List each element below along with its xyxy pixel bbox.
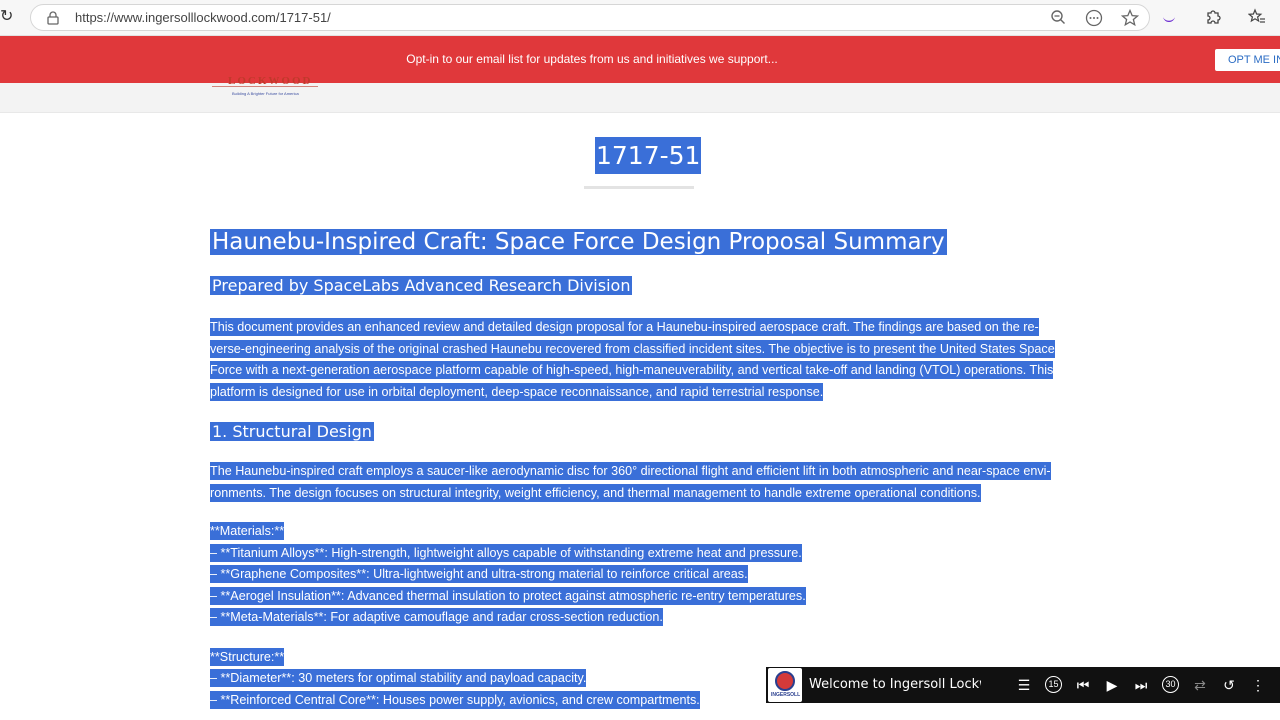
site-header: LOCKWOOD Building A Brighter Future for …	[0, 75, 1280, 113]
url-text[interactable]: https://www.ingersolllockwood.com/1717-5…	[75, 10, 331, 25]
materials-line: – **Graphene Composites**: Ultra-lightwe…	[210, 565, 748, 583]
more-options-icon[interactable]: ⋮	[1250, 676, 1266, 694]
opt-me-in-button[interactable]: OPT ME IN	[1215, 49, 1280, 71]
intro-paragraph: This document provides an enhanced revie…	[210, 317, 1080, 403]
shuffle-icon[interactable]: ⇄	[1192, 676, 1208, 694]
intro-line: platform is designed for use in orbital …	[210, 382, 824, 401]
section-heading-structural: 1. Structural Design	[210, 422, 374, 441]
playlist-icon[interactable]: ☰	[1016, 676, 1032, 694]
intro-line: Force with a next-generation aerospace p…	[210, 361, 1054, 379]
favorites-list-icon[interactable]	[1247, 8, 1266, 26]
materials-line: – **Titanium Alloys**: High-strength, li…	[210, 543, 802, 562]
player-logo-caption: INGERSOLL	[771, 692, 801, 698]
logo-divider	[212, 86, 318, 87]
title-divider	[584, 186, 694, 189]
player-logo: INGERSOLL	[768, 668, 802, 702]
structure-line: – **Diameter**: 30 meters for optimal st…	[210, 669, 587, 687]
page-title: 1717-51	[595, 137, 702, 174]
materials-line: – **Aerogel Insulation**: Advanced therm…	[210, 586, 806, 605]
intro-line: This document provides an enhanced revie…	[210, 318, 1039, 336]
player-title: Welcome to Ingersoll Lockwood	[809, 677, 981, 692]
next-icon[interactable]: ⏭	[1133, 676, 1149, 694]
optin-text: Opt-in to our email list for updates fro…	[406, 52, 778, 66]
lock-icon[interactable]	[47, 11, 59, 25]
optin-banner: Opt-in to our email list for updates fro…	[0, 36, 1280, 83]
structure-line: – **Reinforced Central Core**: Houses po…	[210, 690, 700, 709]
article-content: Haunebu-Inspired Craft: Space Force Desi…	[210, 224, 1080, 711]
article-heading: Haunebu-Inspired Craft: Space Force Desi…	[210, 229, 947, 255]
structural-paragraph: The Haunebu-inspired craft employs a sau…	[210, 461, 1080, 504]
repeat-icon[interactable]: ↺	[1221, 676, 1237, 694]
structural-line: The Haunebu-inspired craft employs a sau…	[210, 462, 1051, 480]
address-bar[interactable]: https://www.ingersolllockwood.com/1717-5…	[30, 4, 1150, 31]
materials-line: – **Meta-Materials**: For adaptive camou…	[210, 608, 663, 626]
site-tagline: Building A Brighter Future for America	[232, 91, 299, 96]
materials-line: **Materials:**	[210, 522, 285, 540]
browser-toolbar: ↻ https://www.ingersolllockwood.com/1717…	[0, 0, 1280, 36]
reload-icon[interactable]: ↻	[0, 8, 16, 26]
previous-icon[interactable]: ⏮	[1075, 676, 1091, 694]
extension-moon-icon[interactable]	[1160, 8, 1178, 26]
materials-list: **Materials:** – **Titanium Alloys**: Hi…	[210, 521, 1080, 629]
play-icon[interactable]: ▶	[1104, 676, 1120, 694]
favorite-star-icon[interactable]	[1120, 8, 1140, 27]
intro-line: verse-engineering analysis of the origin…	[210, 339, 1055, 358]
article-subheading: Prepared by SpaceLabs Advanced Research …	[210, 276, 633, 295]
more-icon[interactable]	[1085, 9, 1103, 27]
zoom-icon[interactable]	[1049, 9, 1067, 27]
audio-player: INGERSOLL Welcome to Ingersoll Lockwood …	[766, 667, 1280, 703]
structural-line: ronments. The design focuses on structur…	[210, 483, 981, 502]
forward-30-icon[interactable]: 30	[1162, 676, 1179, 693]
structure-line: **Structure:**	[210, 647, 285, 666]
extensions-puzzle-icon[interactable]	[1204, 8, 1222, 26]
rewind-15-icon[interactable]: 15	[1045, 676, 1062, 693]
logo-emblem-icon	[775, 671, 795, 691]
